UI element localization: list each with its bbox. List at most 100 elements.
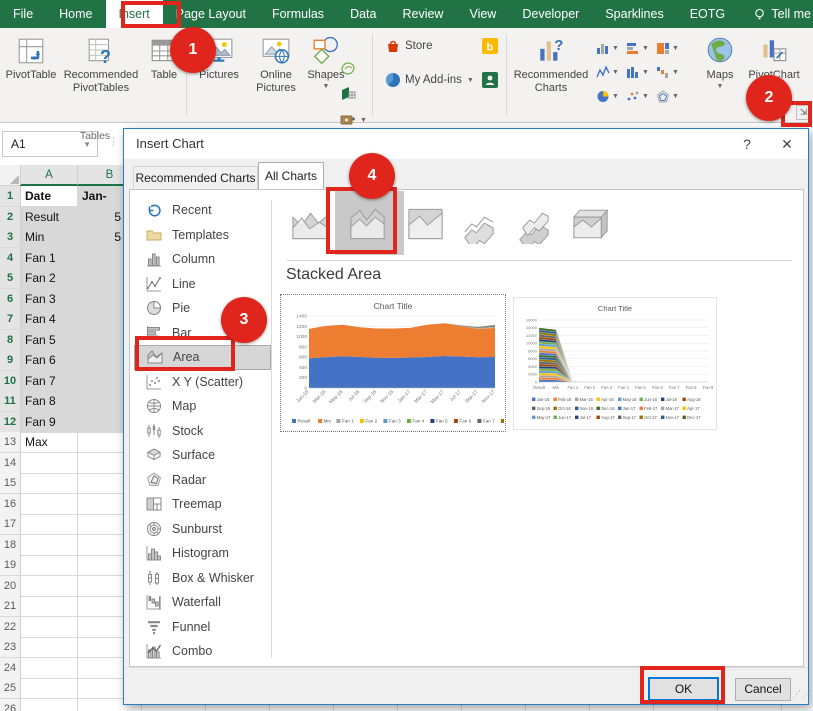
insert-pie-chart-button[interactable]: ▼ xyxy=(596,84,626,108)
dialog-close-button[interactable]: ✕ xyxy=(772,133,802,155)
tab-all-charts[interactable]: All Charts xyxy=(258,162,324,189)
subtype-3-d-area[interactable] xyxy=(457,204,500,250)
select-all-corner[interactable] xyxy=(0,165,21,186)
cell-A25[interactable] xyxy=(21,678,78,699)
ribbon-tab-sparklines[interactable]: Sparklines xyxy=(592,0,676,28)
row-header-24[interactable]: 24 xyxy=(0,657,21,679)
cell-A18[interactable] xyxy=(21,534,78,556)
cell-A1[interactable]: Date xyxy=(21,186,78,207)
insert-statistic-chart-button[interactable]: ▼ xyxy=(626,60,656,84)
recommended-charts-button[interactable]: ? Recommended Charts xyxy=(512,32,590,110)
cell-A13[interactable]: Max xyxy=(21,432,78,453)
chart-type-surface[interactable]: Surface xyxy=(134,443,271,468)
bing-badge[interactable]: b xyxy=(482,38,502,54)
maps-button[interactable]: Maps ▼ xyxy=(698,32,742,110)
row-header-10[interactable]: 10 xyxy=(0,370,21,392)
row-header-15[interactable]: 15 xyxy=(0,473,21,494)
chart-type-pie[interactable]: Pie xyxy=(134,296,271,321)
insert-waterfall-chart-button[interactable]: ▼ xyxy=(656,60,686,84)
chart-type-treemap[interactable]: Treemap xyxy=(134,492,271,517)
row-header-23[interactable]: 23 xyxy=(0,637,21,658)
chart-type-line[interactable]: Line xyxy=(134,272,271,297)
chart-type-waterfall[interactable]: Waterfall xyxy=(134,590,271,615)
row-header-5[interactable]: 5 xyxy=(0,268,21,289)
cell-A3[interactable]: Min xyxy=(21,227,78,248)
cell-A6[interactable]: Fan 3 xyxy=(21,288,78,310)
chart-type-x-y-scatter[interactable]: X Y (Scatter) xyxy=(134,370,271,395)
cell-A20[interactable] xyxy=(21,575,78,597)
chart-type-combo[interactable]: Combo xyxy=(134,639,271,664)
subtype-3-d-100-stacked-area[interactable] xyxy=(569,204,612,246)
chart-type-column[interactable]: Column xyxy=(134,247,271,272)
row-header-7[interactable]: 7 xyxy=(0,309,21,330)
pivottable-button[interactable]: PivotTable xyxy=(4,32,58,110)
cell-A26[interactable] xyxy=(21,698,78,711)
tell-me[interactable]: Tell me xyxy=(753,0,813,28)
chart-type-recent[interactable]: Recent xyxy=(134,198,271,223)
row-header-18[interactable]: 18 xyxy=(0,534,21,556)
ribbon-tab-data[interactable]: Data xyxy=(337,0,389,28)
smartart-button[interactable] xyxy=(340,86,360,102)
subtype-area[interactable] xyxy=(289,204,332,246)
column-header-a[interactable]: A xyxy=(21,165,78,186)
dialog-titlebar[interactable]: Insert Chart ? ✕ xyxy=(124,129,808,159)
cancel-button[interactable]: Cancel xyxy=(735,678,791,701)
dialog-help-button[interactable]: ? xyxy=(732,133,762,155)
ribbon-tab-developer[interactable]: Developer xyxy=(509,0,592,28)
row-header-26[interactable]: 26 xyxy=(0,698,21,711)
chart-type-histogram[interactable]: Histogram xyxy=(134,541,271,566)
chart-type-sunburst[interactable]: Sunburst xyxy=(134,517,271,542)
insert-line-chart-button[interactable]: ▼ xyxy=(596,60,626,84)
chart-type-stock[interactable]: Stock xyxy=(134,419,271,444)
cell-A11[interactable]: Fan 8 xyxy=(21,391,78,412)
row-header-1[interactable]: 1 xyxy=(0,186,21,207)
insert-bar-chart-button[interactable]: ▼ xyxy=(626,36,656,60)
row-header-22[interactable]: 22 xyxy=(0,616,21,638)
screenshot-button[interactable]: ▼ xyxy=(340,112,367,128)
cell-A19[interactable] xyxy=(21,555,78,576)
recommended-pivottables-button[interactable]: ? Recommended PivotTables xyxy=(60,32,142,110)
cell-A10[interactable]: Fan 7 xyxy=(21,370,78,392)
cell-A15[interactable] xyxy=(21,473,78,494)
ribbon-tab-insert[interactable]: Insert xyxy=(105,0,163,28)
insert-radar-chart-button[interactable]: ▼ xyxy=(656,84,686,108)
subtype-3-d-stacked-area[interactable] xyxy=(512,204,555,251)
row-header-13[interactable]: 13 xyxy=(0,432,21,453)
ribbon-tab-review[interactable]: Review xyxy=(389,0,456,28)
row-header-11[interactable]: 11 xyxy=(0,391,21,412)
admin-addins-badge[interactable] xyxy=(482,72,502,88)
online-pictures-button[interactable]: Online Pictures xyxy=(248,32,304,110)
chart-type-radar[interactable]: Radar xyxy=(134,468,271,493)
store-button[interactable]: Store xyxy=(385,38,433,54)
pivotchart-button[interactable]: PivotChart xyxy=(744,32,804,110)
cell-A12[interactable]: Fan 9 xyxy=(21,411,78,433)
cell-A4[interactable]: Fan 1 xyxy=(21,247,78,269)
cell-A16[interactable] xyxy=(21,493,78,515)
cell-A17[interactable] xyxy=(21,514,78,535)
row-header-21[interactable]: 21 xyxy=(0,596,21,617)
pictures-button[interactable]: Pictures xyxy=(192,32,246,110)
chart-type-box-whisker[interactable]: Box & Whisker xyxy=(134,566,271,591)
cell-A14[interactable] xyxy=(21,452,78,474)
subtype-100-stacked-area[interactable] xyxy=(404,204,447,246)
row-header-2[interactable]: 2 xyxy=(0,206,21,228)
subtype-stacked-area-selected[interactable] xyxy=(346,204,389,246)
stacked-area-preview-alt[interactable]: Chart Title 0 2000 4000 6000 8000 10000 12000 14… xyxy=(513,297,717,430)
row-header-6[interactable]: 6 xyxy=(0,288,21,310)
row-header-14[interactable]: 14 xyxy=(0,452,21,474)
row-header-17[interactable]: 17 xyxy=(0,514,21,535)
row-header-20[interactable]: 20 xyxy=(0,575,21,597)
charts-dialog-launcher[interactable]: ⇲ xyxy=(796,105,811,120)
ok-button[interactable]: OK xyxy=(648,677,719,701)
row-header-3[interactable]: 3 xyxy=(0,227,21,248)
cell-A9[interactable]: Fan 6 xyxy=(21,350,78,371)
row-header-25[interactable]: 25 xyxy=(0,678,21,699)
insert-hierarchy-chart-button[interactable]: ▼ xyxy=(656,36,686,60)
ribbon-tab-home[interactable]: Home xyxy=(46,0,105,28)
cell-A8[interactable]: Fan 5 xyxy=(21,329,78,351)
cell-A23[interactable] xyxy=(21,637,78,658)
tab-recommended-charts[interactable]: Recommended Charts xyxy=(133,166,258,189)
my-addins-button[interactable]: My Add-ins ▼ xyxy=(385,72,474,88)
icons-3d-button[interactable] xyxy=(340,61,360,77)
chart-type-funnel[interactable]: Funnel xyxy=(134,615,271,640)
